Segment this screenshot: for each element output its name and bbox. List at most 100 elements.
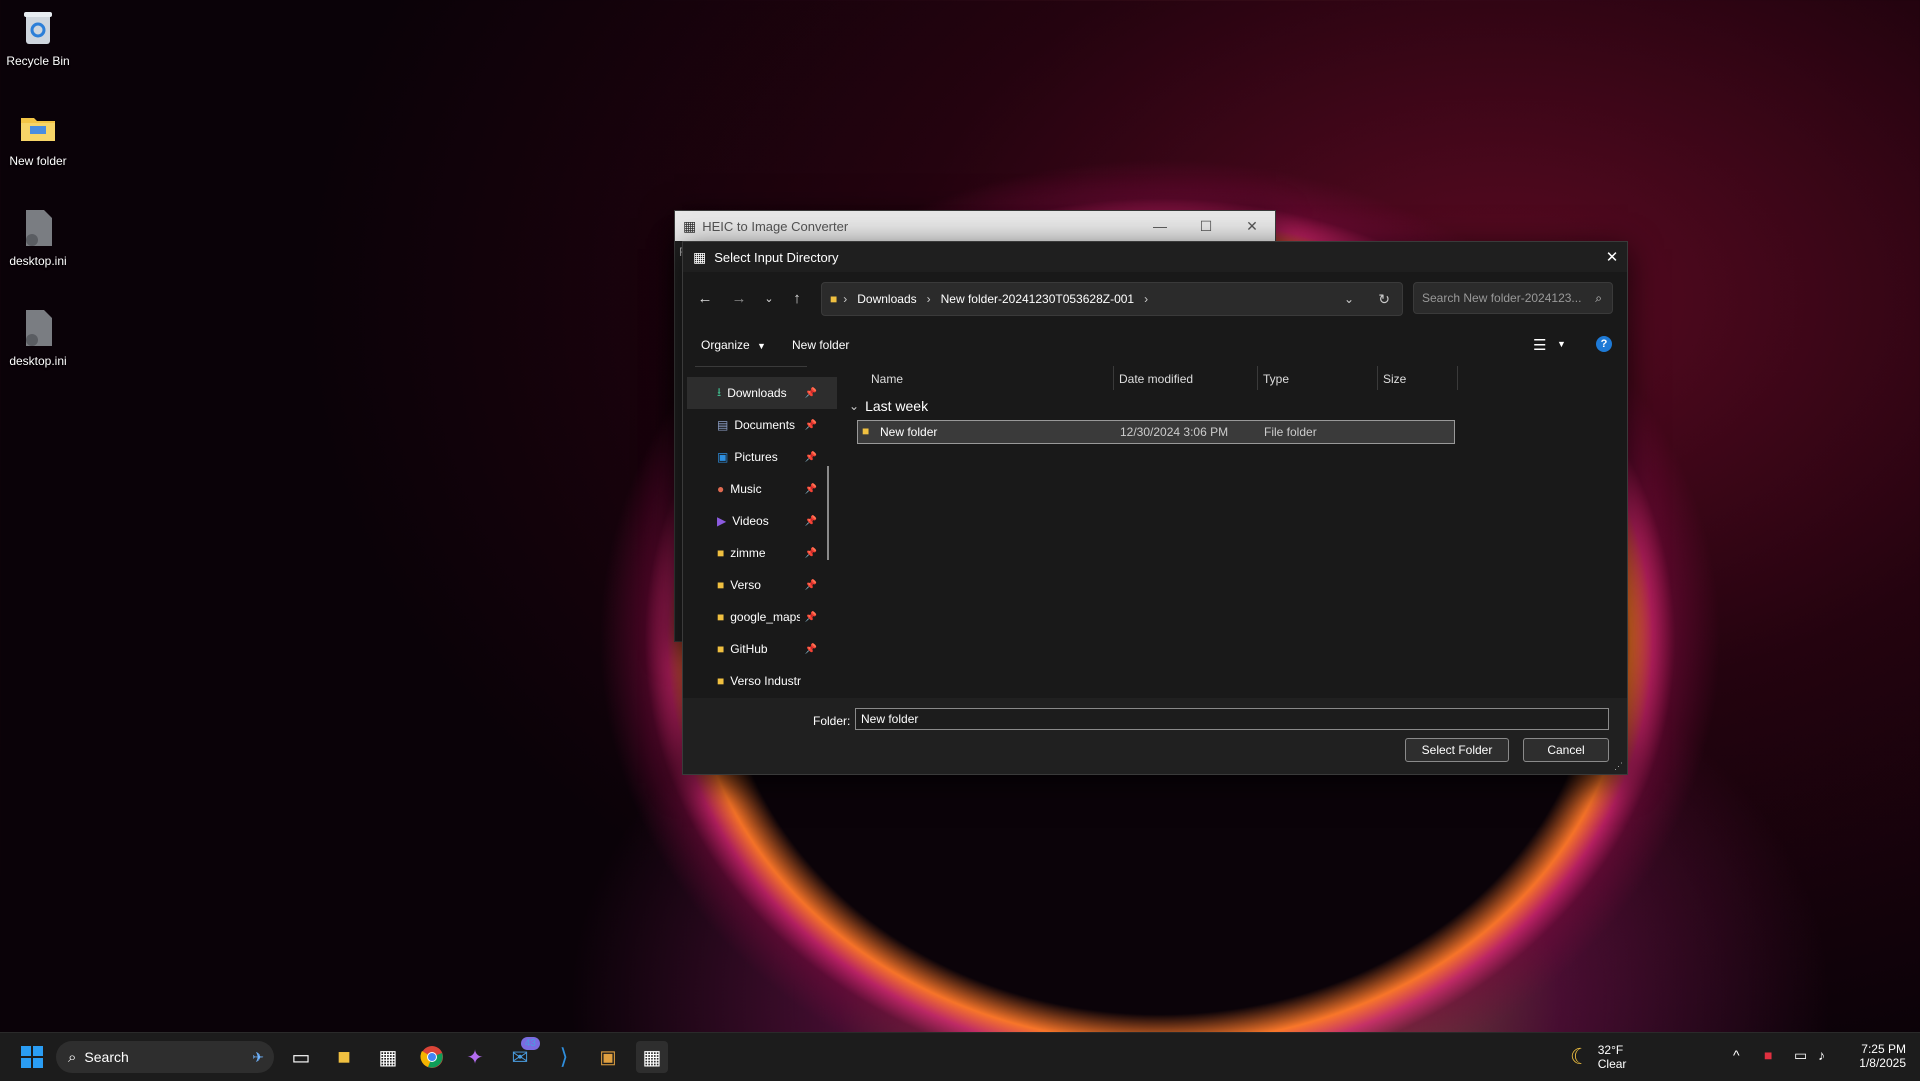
- sidebar-item-label: GitHub: [730, 642, 768, 656]
- desktop-icon-new-folder[interactable]: New folder: [2, 100, 74, 168]
- sidebar-item-verso[interactable]: ■ Verso 📌: [687, 569, 837, 601]
- window-title: HEIC to Image Converter: [702, 218, 849, 234]
- desktop-icon-desktop-ini-2[interactable]: desktop.ini: [2, 300, 74, 368]
- microsoft-store-icon[interactable]: ▦: [372, 1041, 404, 1073]
- sidebar-item-label: Music: [730, 482, 762, 496]
- desktop-icon-recycle-bin[interactable]: Recycle Bin: [2, 0, 74, 68]
- start-button[interactable]: [16, 1041, 48, 1073]
- sidebar-item-documents[interactable]: ▤ Documents 📌: [687, 409, 837, 441]
- column-header-type[interactable]: Type: [1263, 372, 1289, 386]
- column-header-name[interactable]: Name: [871, 372, 903, 386]
- column-header-size[interactable]: Size: [1383, 372, 1406, 386]
- desktop-icon-label: New folder: [9, 154, 67, 168]
- heic-converter-taskbar-icon[interactable]: ▦: [636, 1041, 668, 1073]
- column-header-date[interactable]: Date modified: [1119, 372, 1193, 386]
- back-arrow-icon[interactable]: ←: [695, 290, 715, 310]
- maximize-button[interactable]: ☐: [1183, 218, 1229, 235]
- new-folder-button[interactable]: New folder: [792, 338, 849, 352]
- search-icon: ⌕: [1595, 290, 1602, 305]
- breadcrumb-separator-icon: ›: [843, 292, 848, 306]
- sidebar-item-pictures[interactable]: ▣ Pictures 📌: [687, 441, 837, 473]
- recent-locations-chevron-icon[interactable]: ⌄: [759, 292, 779, 312]
- breadcrumb-current-folder[interactable]: New folder-20241230T053628Z-001: [941, 292, 1134, 306]
- search-icon: ⌕: [68, 1048, 77, 1066]
- column-divider: [1257, 366, 1258, 390]
- clock-date: 1/8/2025: [1859, 1056, 1906, 1070]
- search-input[interactable]: Search New folder-2024123...: [1422, 291, 1595, 305]
- pin-icon: 📌: [804, 643, 817, 655]
- file-list[interactable]: Name Date modified Type Size ⌄ Last week…: [841, 366, 1627, 688]
- network-icon[interactable]: ▭: [1794, 1047, 1807, 1064]
- recycle-bin-icon: [18, 8, 58, 48]
- cancel-button[interactable]: Cancel: [1523, 738, 1609, 762]
- select-folder-button[interactable]: Select Folder: [1405, 738, 1509, 762]
- minimize-button[interactable]: —: [1137, 218, 1183, 234]
- forward-arrow-icon[interactable]: →: [729, 290, 749, 310]
- weather-description: Clear: [1597, 1057, 1627, 1071]
- sidebar-item-google-maps[interactable]: ■ google_maps 📌: [687, 601, 837, 633]
- weather-temperature: 32°F: [1597, 1043, 1624, 1057]
- breadcrumb-separator-icon: ›: [1144, 292, 1149, 306]
- chrome-icon[interactable]: [416, 1041, 448, 1073]
- organize-button[interactable]: Organize ▼: [701, 338, 766, 352]
- address-history-chevron-icon[interactable]: ⌄: [1344, 292, 1354, 306]
- taskbar: ⌕ Search ✈ ▭ ■ ▦ ✦ ✉ 43 ⟩ ▣ ▦ ☾ 32°F Cle…: [0, 1032, 1920, 1081]
- sidebar-item-verso-industries[interactable]: ■ Verso Industr: [687, 665, 837, 688]
- show-hidden-icons-chevron[interactable]: ^: [1733, 1047, 1740, 1063]
- close-button[interactable]: ✕: [1229, 218, 1275, 235]
- column-headers: Name Date modified Type Size: [841, 366, 1627, 392]
- dropdown-caret-icon[interactable]: ▼: [1557, 339, 1566, 349]
- dialog-titlebar[interactable]: ▦ Select Input Directory ✕: [683, 242, 1627, 272]
- pin-icon: 📌: [804, 579, 817, 591]
- moon-icon: ☾: [1570, 1044, 1590, 1069]
- heic-converter-titlebar[interactable]: ▦ HEIC to Image Converter — ☐ ✕: [675, 211, 1275, 241]
- navigation-pane[interactable]: ⭳ Downloads 📌 ▤ Documents 📌 ▣ Pictures 📌…: [687, 366, 837, 688]
- folder-icon: ■: [717, 674, 725, 688]
- search-box[interactable]: Search New folder-2024123... ⌕: [1413, 282, 1613, 314]
- sidebar-item-github[interactable]: ■ GitHub 📌: [687, 633, 837, 665]
- sidebar-scrollbar[interactable]: [827, 466, 829, 560]
- messaging-app-icon[interactable]: ✉ 43: [504, 1037, 540, 1073]
- copilot-icon[interactable]: ✦: [459, 1041, 491, 1073]
- notification-badge: 43: [520, 1037, 540, 1050]
- video-icon: ▶: [717, 514, 727, 528]
- sidebar-item-zimme[interactable]: ■ zimme 📌: [687, 537, 837, 569]
- pin-icon: 📌: [804, 451, 817, 463]
- download-icon: ⭳: [717, 384, 722, 399]
- dialog-close-button[interactable]: ✕: [1597, 248, 1627, 266]
- refresh-icon[interactable]: ↻: [1378, 291, 1390, 308]
- table-row[interactable]: ■ New folder 12/30/2024 3:06 PM File fol…: [857, 420, 1455, 444]
- organize-label: Organize: [701, 338, 750, 352]
- folder-input[interactable]: New folder: [855, 708, 1609, 730]
- clock[interactable]: 7:25 PM 1/8/2025: [1846, 1042, 1906, 1070]
- sidebar-item-downloads[interactable]: ⭳ Downloads 📌: [687, 377, 837, 409]
- weather-widget[interactable]: ☾ 32°F Clear: [1570, 1041, 1626, 1073]
- up-arrow-icon[interactable]: ↑: [787, 290, 807, 310]
- view-options-icon[interactable]: ☰: [1533, 336, 1546, 354]
- sidebar-item-label: zimme: [730, 546, 766, 560]
- pin-icon: 📌: [804, 483, 817, 495]
- desktop-icon-label: Recycle Bin: [6, 54, 70, 68]
- breadcrumb-downloads[interactable]: Downloads: [857, 292, 916, 306]
- sidebar-item-music[interactable]: ● Music 📌: [687, 473, 837, 505]
- folder-icon: ■: [862, 424, 870, 438]
- taskbar-search-box[interactable]: ⌕ Search ✈: [56, 1041, 274, 1073]
- sidebar-item-videos[interactable]: ▶ Videos 📌: [687, 505, 837, 537]
- tray-app-icon[interactable]: ■: [1764, 1047, 1772, 1063]
- desktop-icon-desktop-ini-1[interactable]: desktop.ini: [2, 200, 74, 268]
- select-directory-dialog[interactable]: ▦ Select Input Directory ✕ ← → ⌄ ↑ ■ › D…: [682, 241, 1628, 775]
- vscode-icon[interactable]: ⟩: [548, 1041, 580, 1073]
- volume-icon[interactable]: ♪: [1818, 1047, 1825, 1063]
- task-view-icon[interactable]: ▭: [285, 1041, 317, 1073]
- column-divider: [1377, 366, 1378, 390]
- folder-input-value: New folder: [861, 712, 919, 726]
- help-icon[interactable]: ?: [1596, 336, 1612, 352]
- folder-icon: ■: [717, 578, 725, 592]
- sidebar-item-label: Downloads: [727, 386, 787, 400]
- address-bar[interactable]: ■ › Downloads › New folder-20241230T0536…: [821, 282, 1403, 316]
- column-divider: [1457, 366, 1458, 390]
- resize-grip-icon[interactable]: ⋰: [1614, 761, 1623, 772]
- group-header[interactable]: ⌄ Last week: [841, 392, 1627, 420]
- app-icon[interactable]: ▣: [592, 1041, 624, 1073]
- file-explorer-icon[interactable]: ■: [328, 1041, 360, 1073]
